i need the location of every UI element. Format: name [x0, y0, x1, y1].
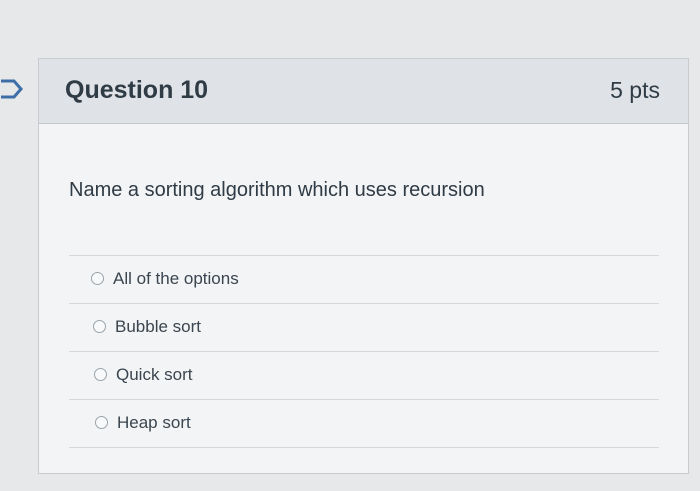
radio-button-icon[interactable]: [91, 272, 104, 285]
question-points: 5 pts: [610, 77, 660, 103]
question-header: Question 10 5 pts: [39, 59, 688, 124]
answer-option[interactable]: Heap sort: [69, 400, 659, 448]
answer-list: All of the options Bubble sort Quick sor…: [69, 255, 659, 448]
bookmark-flag-icon[interactable]: [0, 78, 24, 100]
answer-option[interactable]: Quick sort: [69, 352, 659, 400]
question-card: Question 10 5 pts Name a sorting algorit…: [38, 58, 689, 474]
answer-label[interactable]: Heap sort: [117, 413, 191, 433]
answer-option[interactable]: All of the options: [69, 256, 659, 304]
answer-label[interactable]: All of the options: [113, 269, 239, 289]
radio-button-icon[interactable]: [94, 368, 107, 381]
radio-button-icon[interactable]: [95, 416, 108, 429]
answer-label[interactable]: Bubble sort: [115, 317, 201, 337]
question-text: Name a sorting algorithm which uses recu…: [69, 179, 485, 201]
question-title: Question 10: [65, 76, 209, 104]
radio-button-icon[interactable]: [93, 320, 106, 333]
answer-label[interactable]: Quick sort: [116, 365, 193, 385]
answer-option[interactable]: Bubble sort: [69, 304, 659, 352]
